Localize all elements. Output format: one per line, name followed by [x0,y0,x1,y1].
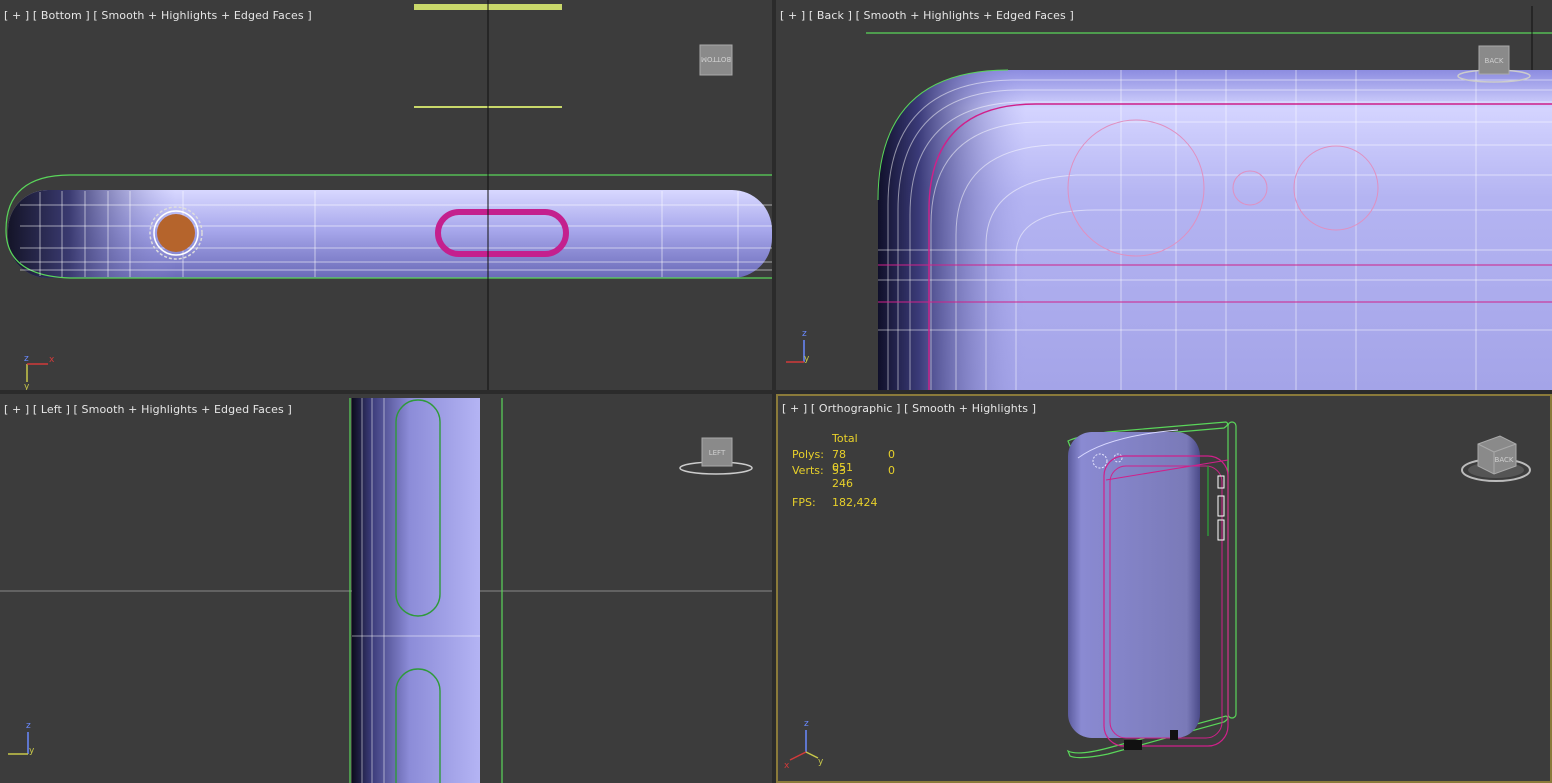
axis-y-label: y [29,746,35,756]
axis-y-label: y [804,354,810,364]
viewport-back[interactable]: [ + ] [ Back ] [ Smooth + Highlights + E… [776,0,1552,390]
viewport-label[interactable]: [ + ] [ Left ] [ Smooth + Highlights + E… [4,403,292,416]
viewcube-label: BACK [1495,456,1514,464]
axis-z-label: z [24,354,29,364]
viewport-left[interactable]: [ + ] [ Left ] [ Smooth + Highlights + E… [0,394,772,783]
viewcube[interactable]: LEFT [679,437,753,475]
axis-y-label: y [818,757,824,767]
axis-tripod: z y [8,721,35,756]
axis-z-label: z [802,329,807,339]
axis-y-label: y [24,382,30,390]
verts-selected: 0 [888,464,895,477]
axis-tripod: z x y [24,354,55,390]
axis-z-label: z [804,719,809,729]
volume-down-button[interactable] [1217,519,1225,541]
viewport-label[interactable]: [ + ] [ Orthographic ] [ Smooth + Highli… [782,402,1036,415]
axis-x-label: x [49,355,55,365]
verts-total: 53 246 [832,464,853,490]
phone-3d-body[interactable] [1068,432,1200,738]
viewcube-label: LEFT [709,449,726,457]
left-scene: LEFT z y [0,398,772,783]
polys-selected: 0 [888,448,895,461]
axis-tripod: z y [786,329,810,364]
volume-up-button[interactable] [1217,495,1225,517]
fps-value: 182,424 [832,496,878,509]
viewport-label[interactable]: [ + ] [ Bottom ] [ Smooth + Highlights +… [4,9,312,22]
viewcube[interactable]: BOTTOM [699,44,733,76]
audio-jack[interactable] [157,214,195,252]
verts-label: Verts: [792,464,824,477]
fps-label: FPS: [792,496,816,509]
bottom-scene: BOTTOM z x y [5,0,772,390]
axis-tripod: z x y [784,719,824,771]
axis-x-label: x [784,761,790,771]
viewcube-label: BACK [1485,57,1504,65]
stats-header: Total [832,432,858,445]
viewport-bottom[interactable]: [ + ] [ Bottom ] [ Smooth + Highlights +… [0,0,772,390]
phone-side-body[interactable] [352,398,480,783]
speaker-grille [1124,740,1142,750]
viewcube-label: BOTTOM [701,55,731,63]
viewport-label[interactable]: [ + ] [ Back ] [ Smooth + Highlights + E… [780,9,1074,22]
viewport-orthographic[interactable]: [ + ] [ Orthographic ] [ Smooth + Highli… [776,394,1552,783]
axis-z-label: z [26,721,31,731]
polys-label: Polys: [792,448,824,461]
back-scene: BACK z y [786,6,1552,390]
viewcube[interactable]: BACK [1461,435,1531,482]
